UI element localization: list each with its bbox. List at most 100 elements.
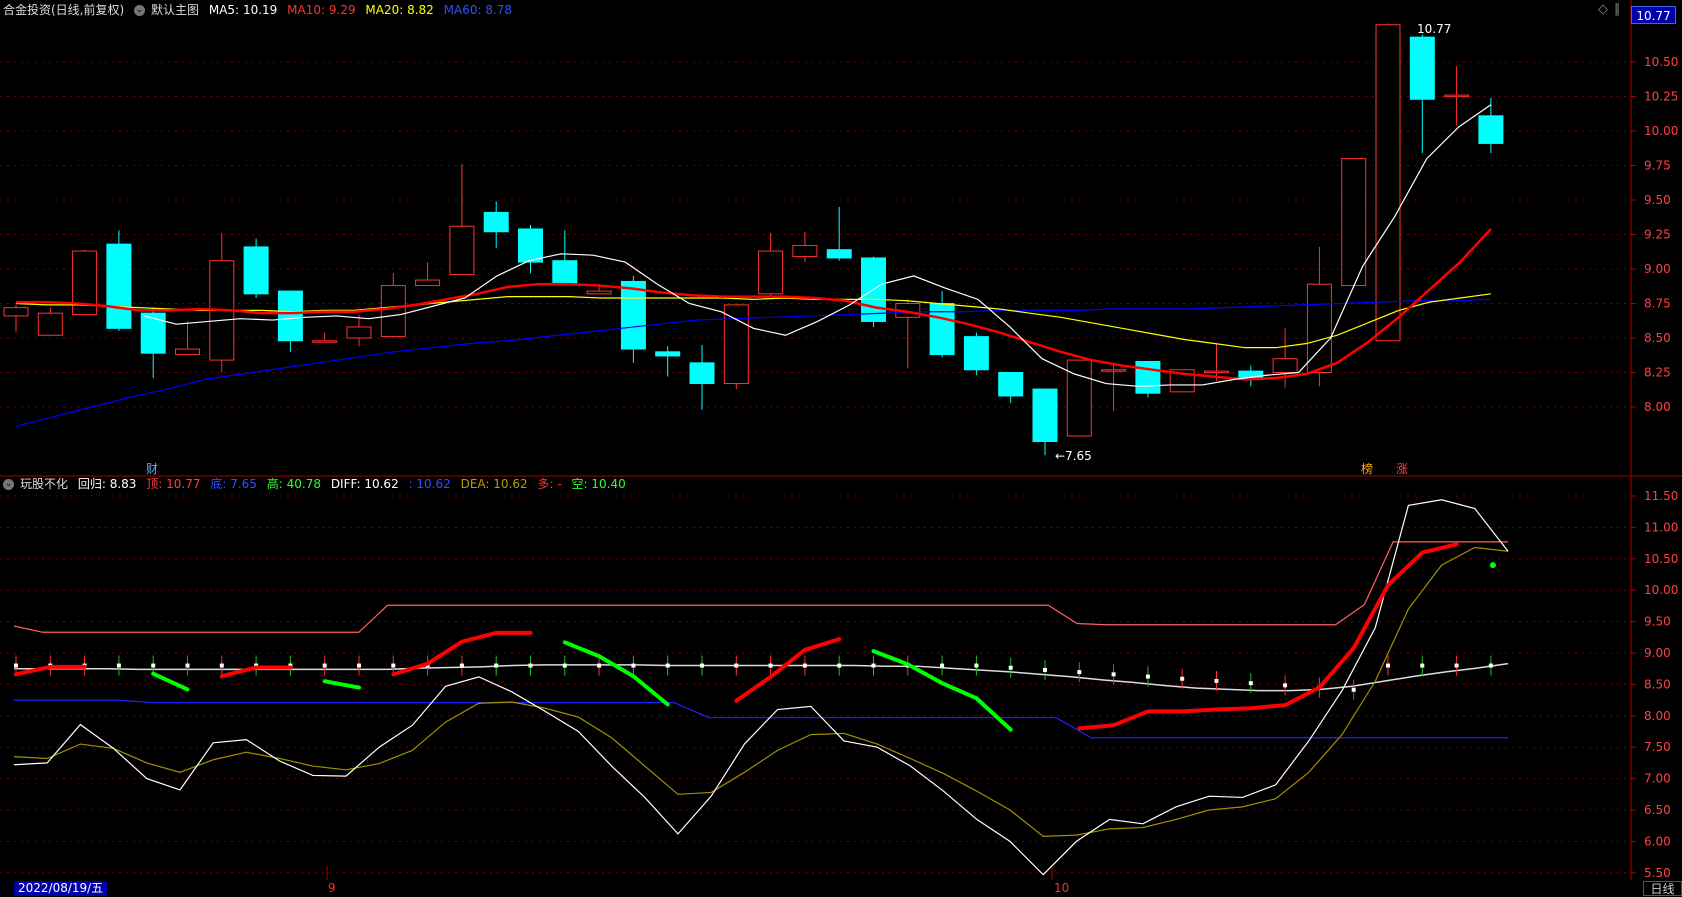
- blank-label: :: [408, 477, 413, 491]
- gao-value: 40.78: [286, 477, 321, 491]
- ranking-marker[interactable]: 榜: [1361, 462, 1373, 476]
- di-value: 7.65: [230, 477, 257, 491]
- gao-indicator: 高: 40.78: [267, 477, 321, 491]
- candle-up: [1272, 358, 1298, 374]
- candle-down: [1409, 36, 1435, 100]
- ma10-value: 9.29: [328, 3, 356, 17]
- sub-axis-label: 6.50: [1644, 803, 1671, 817]
- candle-down: [998, 372, 1024, 397]
- regression-dot: [391, 663, 396, 668]
- regression-dot: [322, 663, 327, 668]
- candle-up: [175, 348, 200, 356]
- huigui-indicator: 回归: 8.83: [78, 477, 137, 491]
- regression-dot: [459, 663, 464, 668]
- chart-canvas[interactable]: 10.50 10.25 10.00 9.75 9.50 9.25 9.00 8.75 8.50 8…: [0, 0, 1682, 897]
- indicator-menu-icon[interactable]: ⌄: [3, 479, 14, 490]
- indicator-name[interactable]: 玩股不化: [20, 477, 68, 491]
- candle-up: [586, 290, 612, 295]
- ma5-label: MA5:: [208, 3, 240, 17]
- low-price-label: ←7.65: [1055, 449, 1092, 463]
- candle-down: [243, 246, 269, 295]
- chart-label[interactable]: 默认主图: [151, 3, 199, 17]
- candle-down: [620, 280, 646, 350]
- regression-dot: [974, 663, 979, 668]
- regression-dot: [1145, 674, 1150, 679]
- main-axis-label: 9.25: [1644, 228, 1671, 242]
- regression-dot: [1008, 665, 1013, 670]
- period-button[interactable]: 日线: [1643, 881, 1682, 896]
- blank-indicator: : 10.62: [409, 477, 451, 491]
- indicator-header: ⌄ 玩股不化 回归: 8.83 顶: 10.77 底: 7.65 高: 40.78…: [0, 474, 632, 494]
- candle-up: [1444, 94, 1470, 98]
- diamond-icon[interactable]: ◇: [1598, 2, 1608, 17]
- ma5-indicator: MA5: 10.19: [209, 3, 277, 17]
- bear-segment: [151, 671, 190, 692]
- finance-marker[interactable]: 财: [146, 462, 158, 476]
- sub-indicator-plot: [13, 499, 1509, 876]
- candle-down: [689, 362, 715, 385]
- blank-value: 10.62: [416, 477, 451, 491]
- chart-menu-icon[interactable]: ⌄: [134, 5, 146, 16]
- sub-axis-label: 10.00: [1644, 583, 1678, 597]
- main-axis-label: 10.50: [1644, 55, 1678, 69]
- candle-up: [37, 312, 63, 336]
- regression-dot: [1214, 678, 1219, 683]
- candle-down: [963, 336, 989, 371]
- main-axis-label: 9.75: [1644, 159, 1671, 173]
- main-axis-label: 10.25: [1644, 90, 1678, 104]
- bull-segment: [1077, 542, 1459, 731]
- sub-axis-label: 7.50: [1644, 740, 1671, 754]
- regression-dot: [1248, 681, 1253, 686]
- candle-down: [929, 303, 955, 356]
- candle-down: [826, 249, 852, 259]
- regression-dot: [116, 663, 121, 668]
- regression-dot: [1283, 683, 1288, 688]
- main-axis-label: 9.50: [1644, 193, 1671, 207]
- ma5-value: 10.19: [242, 3, 278, 17]
- main-axis-label: 8.50: [1644, 331, 1671, 345]
- candle-down: [518, 228, 543, 263]
- main-axis-label: 8.75: [1644, 297, 1671, 311]
- regression-dot: [219, 663, 224, 668]
- candle-up: [380, 285, 406, 338]
- regression-dot: [871, 663, 876, 668]
- dea-indicator: DEA: 10.62: [461, 477, 528, 491]
- regression-dot: [151, 663, 156, 668]
- regression-dot: [1420, 663, 1425, 668]
- regression-dot: [494, 663, 499, 668]
- kong-label: 空:: [571, 477, 588, 491]
- candle-down: [277, 290, 303, 342]
- duo-value: -: [557, 477, 562, 491]
- ma10-indicator: MA10: 9.29: [287, 3, 355, 17]
- sub-axis-label: 5.50: [1644, 866, 1671, 880]
- regression-dot: [185, 663, 190, 668]
- di-indicator: 底: 7.65: [210, 477, 257, 491]
- regression-dot: [562, 663, 567, 668]
- candle-down: [655, 351, 681, 357]
- time-axis-bar: [0, 880, 1682, 897]
- dea-value: 10.62: [493, 477, 528, 491]
- candle-up: [1204, 370, 1229, 374]
- main-axis-label: 8.00: [1644, 400, 1671, 414]
- y-axis-labels: 10.50 10.25 10.00 9.75 9.50 9.25 9.00 8.75 8.50 8…: [1631, 55, 1678, 880]
- main-axis-label: 10.00: [1644, 124, 1678, 138]
- high-price-label: 10.77: [1417, 22, 1452, 36]
- regression-dot: [1111, 672, 1116, 677]
- main-price-plot: [3, 23, 1504, 456]
- main-axis-label: 9.00: [1644, 262, 1671, 276]
- kong-indicator: 空: 10.40: [572, 477, 626, 491]
- ma60-label: MA60:: [443, 3, 482, 17]
- regression-dot: [631, 663, 636, 668]
- candle-down: [1478, 115, 1504, 144]
- ma10-label: MA10:: [287, 3, 325, 17]
- sub-indicator-grid: [0, 495, 1631, 880]
- axis-scale-icon[interactable]: ∥: [1614, 2, 1621, 17]
- regression-dot: [14, 663, 18, 668]
- regression-dot: [802, 663, 807, 668]
- stock-title[interactable]: 合金投资(日线,前复权): [3, 3, 124, 17]
- limit-up-marker[interactable]: 涨: [1396, 462, 1408, 476]
- regression-dot: [1351, 687, 1356, 692]
- regression-dot: [1043, 667, 1047, 672]
- ma20-line: [15, 293, 1491, 349]
- huigui-label: 回归:: [77, 477, 106, 491]
